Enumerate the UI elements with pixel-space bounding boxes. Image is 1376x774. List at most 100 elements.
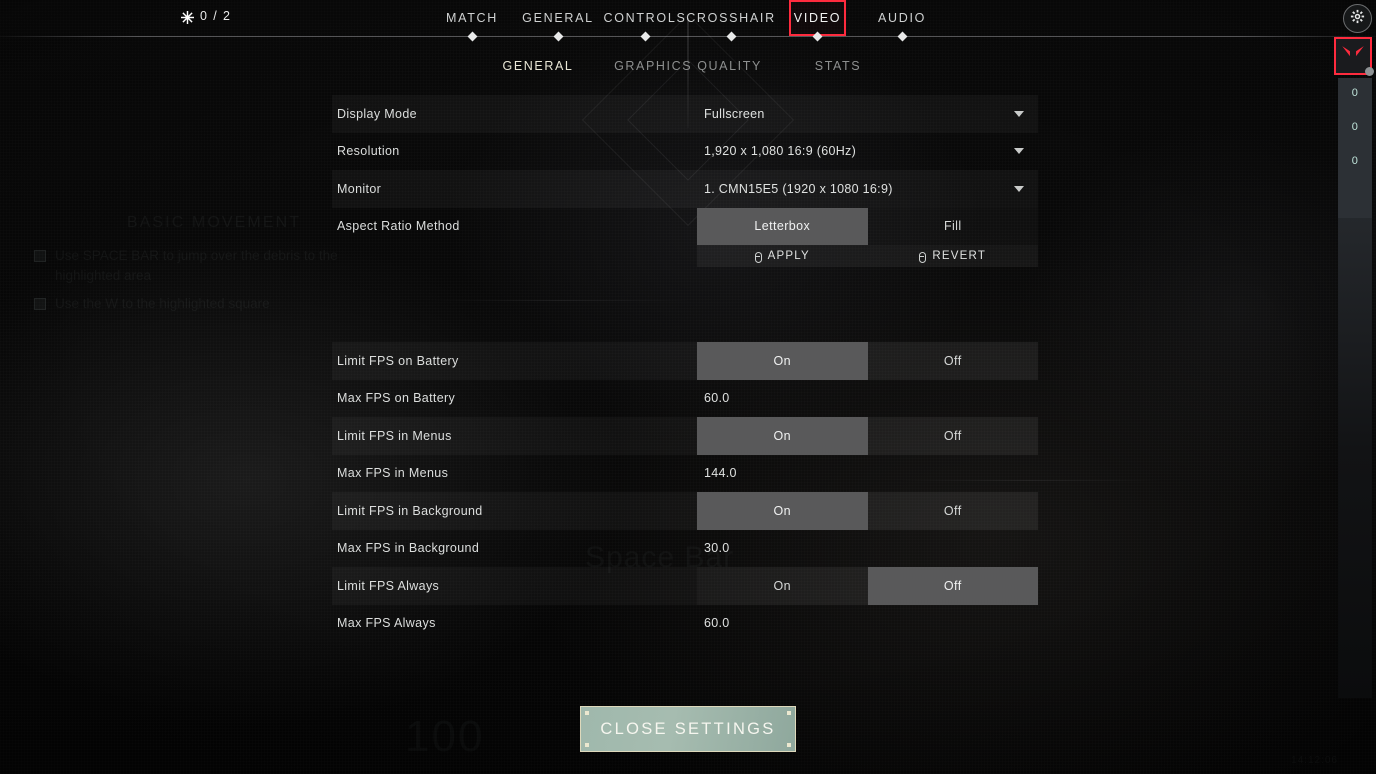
corner-accent <box>787 711 791 715</box>
settings-row: Max FPS in Menus 144.0 <box>332 455 1038 493</box>
rail-stat-stack: 0 0 0 <box>1338 78 1372 218</box>
settings-row-control: Fullscreen <box>697 95 1038 133</box>
settings-row: Max FPS on Battery 60.0 <box>332 380 1038 418</box>
settings-row-control: 60.0 <box>697 380 1038 418</box>
settings-row-control: 144.0 <box>697 455 1038 493</box>
segment-option-on[interactable]: On <box>697 342 868 380</box>
corner-accent <box>585 743 589 747</box>
settings-row-label: Resolution <box>337 144 400 159</box>
background-timer: 14:12:06 <box>1291 755 1338 766</box>
key-glyph-icon <box>919 251 927 263</box>
nav-divider-line <box>0 36 1376 37</box>
settings-row-control: On Off <box>697 492 1038 530</box>
corner-accent <box>787 743 791 747</box>
settings-row-control: On Off <box>697 342 1038 380</box>
settings-row-label: Aspect Ratio Method <box>337 219 460 234</box>
segmented-control: Letterbox Fill <box>697 207 1039 246</box>
close-settings-button[interactable]: CLOSE SETTINGS <box>580 706 796 752</box>
dropdown-display-mode[interactable]: Fullscreen <box>697 95 1038 133</box>
apply-button[interactable]: APPLY <box>697 245 868 267</box>
value-text: 60.0 <box>704 616 730 631</box>
rail-stat-value: 0 <box>1351 155 1359 167</box>
segmented-control: On Off <box>697 342 1038 380</box>
settings-row-control: 60.0 <box>697 605 1038 643</box>
chevron-down-icon <box>1014 110 1024 117</box>
segmented-control: On Off <box>697 492 1038 530</box>
segment-option-off[interactable]: Off <box>868 417 1039 455</box>
value-field-max-fps-in-background[interactable]: 30.0 <box>697 530 1038 568</box>
segmented-control: On Off <box>697 417 1038 455</box>
chevron-down-icon <box>1014 185 1024 192</box>
sub-nav: GENERAL GRAPHICS QUALITY STATS <box>0 53 1376 79</box>
value-field-max-fps-on-battery[interactable]: 60.0 <box>697 380 1038 418</box>
settings-row-label: Limit FPS Always <box>337 578 440 593</box>
settings-action-row: APPLY REVERT <box>332 245 1038 267</box>
settings-row-control: 30.0 <box>697 530 1038 568</box>
segment-option-off[interactable]: Off <box>867 567 1038 605</box>
right-rail: 0 0 0 <box>1334 0 1376 774</box>
close-settings-label: CLOSE SETTINGS <box>600 719 776 738</box>
key-glyph-icon <box>754 251 762 263</box>
settings-row: Aspect Ratio Method Letterbox Fill <box>332 207 1039 246</box>
segmented-control: On Off <box>697 567 1038 605</box>
action-row-spacer <box>332 245 697 267</box>
settings-row-control: Letterbox Fill <box>697 207 1039 246</box>
dropdown-value: 1. CMN15E5 (1920 x 1080 16:9) <box>704 181 893 196</box>
settings-row-label: Limit FPS on Battery <box>337 353 459 368</box>
chevron-down-icon <box>1014 148 1024 155</box>
apply-label: APPLY <box>767 250 810 262</box>
settings-row-control: 1,920 x 1,080 16:9 (60Hz) <box>697 133 1038 171</box>
segment-option-on[interactable]: On <box>697 492 868 530</box>
dropdown-monitor[interactable]: 1. CMN15E5 (1920 x 1080 16:9) <box>697 170 1038 208</box>
revert-label: REVERT <box>932 250 987 262</box>
segment-option-fill[interactable]: Fill <box>868 208 1039 246</box>
settings-row-label: Monitor <box>337 181 382 196</box>
rail-stat-value: 0 <box>1351 121 1359 133</box>
settings-row: Resolution 1,920 x 1,080 16:9 (60Hz) <box>332 133 1038 171</box>
settings-row-spacer <box>332 305 1038 343</box>
segment-option-off[interactable]: Off <box>868 342 1039 380</box>
revert-button[interactable]: REVERT <box>868 245 1039 267</box>
value-field-max-fps-in-menus[interactable]: 144.0 <box>697 455 1038 493</box>
dropdown-value: Fullscreen <box>704 106 765 121</box>
value-text: 30.0 <box>704 541 730 556</box>
settings-row-label: Limit FPS in Menus <box>337 428 452 443</box>
segment-option-on[interactable]: On <box>697 417 868 455</box>
subnav-tab-stats[interactable]: STATS <box>790 53 886 79</box>
settings-row-label: Display Mode <box>337 106 417 121</box>
settings-row-label: Max FPS Always <box>337 616 436 631</box>
value-text: 60.0 <box>704 391 730 406</box>
settings-row-label: Max FPS on Battery <box>337 391 456 406</box>
settings-row-label: Max FPS in Menus <box>337 466 449 481</box>
value-field-max-fps-always[interactable]: 60.0 <box>697 605 1038 643</box>
settings-row-control: 1. CMN15E5 (1920 x 1080 16:9) <box>697 170 1038 208</box>
dropdown-resolution[interactable]: 1,920 x 1,080 16:9 (60Hz) <box>697 133 1038 171</box>
settings-row-label: Limit FPS in Background <box>337 503 483 518</box>
settings-row-label: Max FPS in Background <box>337 541 480 556</box>
value-text: 144.0 <box>704 466 737 481</box>
corner-accent <box>585 711 589 715</box>
rail-stat-value: 0 <box>1351 87 1359 99</box>
settings-row-control: On Off <box>697 567 1038 605</box>
settings-row: Limit FPS in Menus On Off <box>332 417 1038 455</box>
apply-revert-strip: APPLY REVERT <box>697 245 1038 267</box>
settings-row: Display Mode Fullscreen <box>332 95 1038 133</box>
subnav-tab-graphics-quality[interactable]: GRAPHICS QUALITY <box>608 53 768 79</box>
segment-option-letterbox[interactable]: Letterbox <box>697 207 868 245</box>
main-nav: MATCH GENERAL CONTROLS CROSSHAIR VIDEO AUDIO <box>0 0 1376 42</box>
video-settings-panel: Display Mode Fullscreen Resolution 1,920 x … <box>332 95 1038 642</box>
dropdown-value: 1,920 x 1,080 16:9 (60Hz) <box>704 144 857 159</box>
subnav-tab-general[interactable]: GENERAL <box>478 53 598 79</box>
settings-row: Max FPS in Background 30.0 <box>332 530 1038 568</box>
settings-row-spacer <box>332 267 1038 305</box>
game-settings-screen: BASIC MOVEMENT Use SPACE BAR to jump ove… <box>0 0 1376 774</box>
settings-row: Monitor 1. CMN15E5 (1920 x 1080 16:9) <box>332 170 1038 208</box>
settings-row: Limit FPS on Battery On Off <box>332 342 1038 380</box>
settings-row: Max FPS Always 60.0 <box>332 605 1038 643</box>
segment-option-off[interactable]: Off <box>868 492 1039 530</box>
segment-option-on[interactable]: On <box>697 567 868 605</box>
background-health-value: 100 <box>405 712 485 761</box>
settings-row: Limit FPS Always On Off <box>332 567 1038 605</box>
settings-row: Limit FPS in Background On Off <box>332 492 1038 530</box>
settings-row-control: On Off <box>697 417 1038 455</box>
